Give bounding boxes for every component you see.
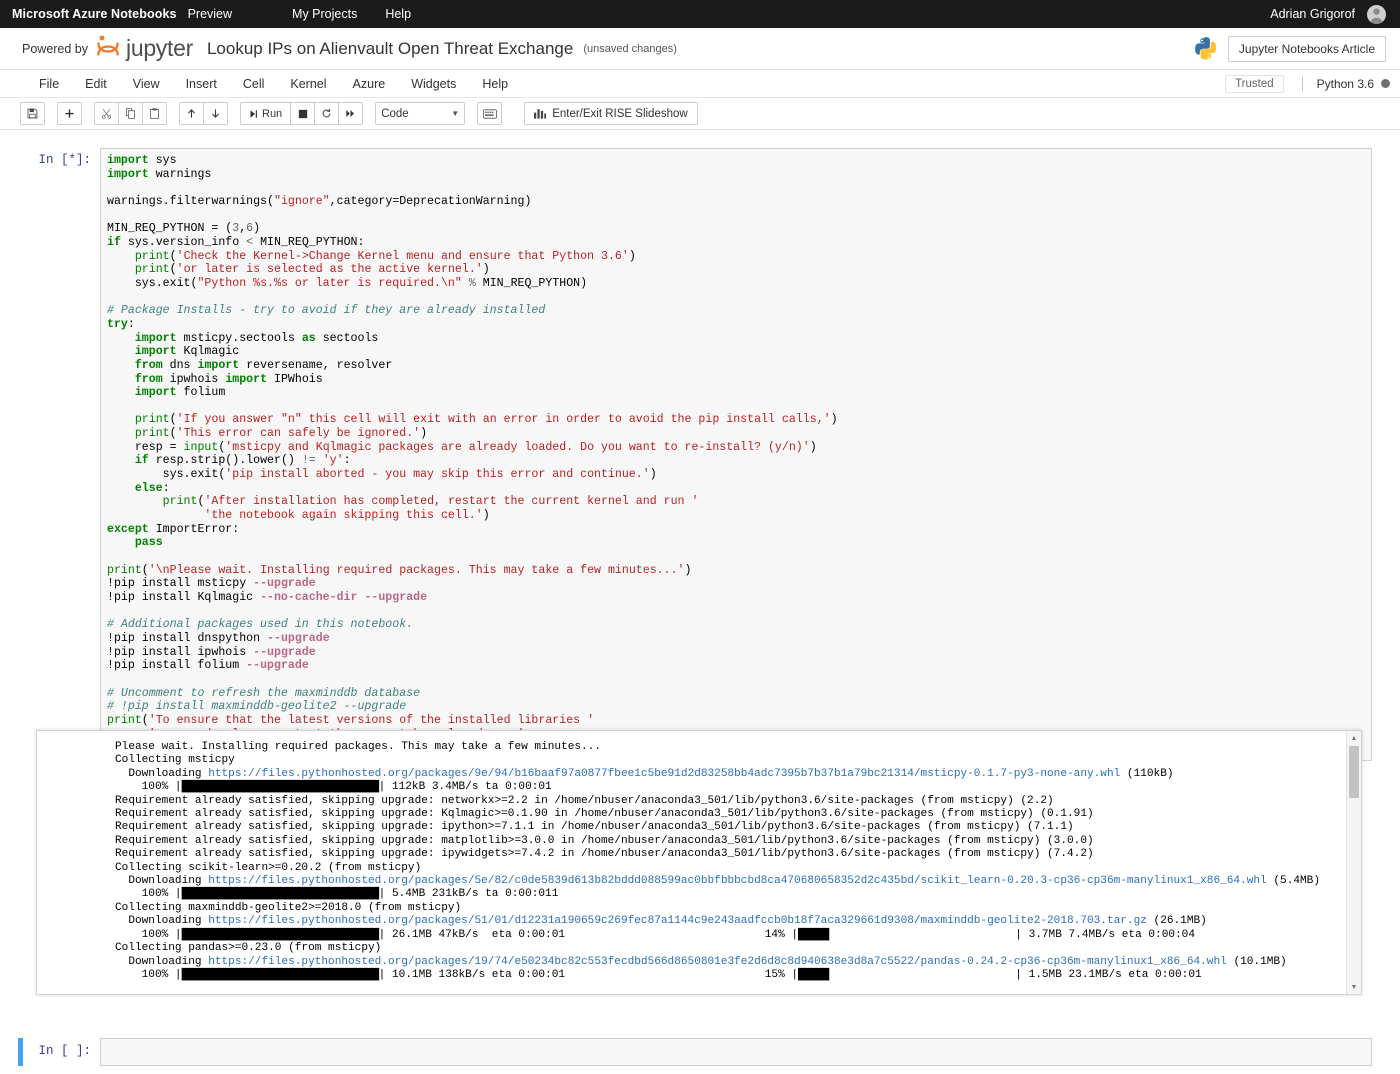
output-scrollbar[interactable]: ▲ ▼ [1346, 731, 1361, 994]
kernel-busy-indicator-icon [1381, 79, 1390, 88]
kernel-indicator[interactable]: Python 3.6 [1301, 76, 1390, 91]
menu-file[interactable]: File [26, 73, 72, 95]
python-logo-icon [1193, 36, 1216, 61]
azure-brand[interactable]: Microsoft Azure Notebooks [12, 7, 177, 21]
menu-help[interactable]: Help [469, 73, 521, 95]
nav-help[interactable]: Help [385, 7, 411, 21]
move-group [179, 102, 228, 125]
clipboard-group [94, 102, 167, 125]
scissors-icon[interactable] [94, 102, 119, 125]
fast-forward-icon[interactable] [338, 102, 364, 125]
rise-slideshow-button[interactable]: Enter/Exit RISE Slideshow [524, 102, 698, 125]
arrow-up-icon[interactable] [179, 102, 204, 125]
menu-cell[interactable]: Cell [230, 73, 278, 95]
menu-bar: File Edit View Insert Cell Kernel Azure … [0, 70, 1400, 98]
menu-azure[interactable]: Azure [340, 73, 399, 95]
run-controls-group: Run [240, 102, 364, 125]
jupyter-wordmark: jupyter [126, 35, 193, 61]
notebook-title[interactable]: Lookup IPs on Alienvault Open Threat Exc… [207, 39, 573, 59]
save-disk-icon[interactable] [20, 102, 45, 125]
scroll-down-arrow-icon[interactable]: ▼ [1347, 980, 1361, 994]
run-icon [250, 109, 257, 118]
output-stream-text: Please wait. Installing required package… [115, 741, 1320, 981]
cell-output-area[interactable]: Please wait. Installing required package… [36, 730, 1362, 995]
scroll-up-arrow-icon[interactable]: ▲ [1347, 731, 1361, 745]
notebook-toolbar: Run Code ▼ Enter/Exit RISE Slideshow [0, 98, 1400, 130]
kernel-name-label: Python 3.6 [1316, 76, 1374, 91]
save-group [20, 102, 45, 125]
insert-cell-group [57, 102, 82, 125]
rise-label: Enter/Exit RISE Slideshow [552, 107, 688, 120]
plus-icon[interactable] [57, 102, 82, 125]
azure-nav: My Projects Help [292, 7, 411, 21]
azure-top-bar: Microsoft Azure Notebooks Preview My Pro… [0, 0, 1400, 28]
run-button[interactable]: Run [240, 102, 292, 125]
nav-my-projects[interactable]: My Projects [292, 7, 357, 21]
arrow-down-icon[interactable] [203, 102, 228, 125]
trusted-indicator[interactable]: Trusted [1225, 74, 1284, 93]
copy-icon[interactable] [118, 102, 143, 125]
jupyter-header: Powered by jupyter Lookup IPs on Alienva… [0, 28, 1400, 70]
cell-type-select[interactable]: Code ▼ [375, 102, 466, 125]
chevron-down-icon: ▼ [451, 109, 460, 118]
menu-widgets[interactable]: Widgets [398, 73, 469, 95]
cell-2-prompt: In [ ]: [38, 1044, 91, 1058]
menu-insert[interactable]: Insert [173, 73, 230, 95]
code-cell-2[interactable]: In [ ]: [18, 1038, 1372, 1066]
output-scroll-viewport: Please wait. Installing required package… [37, 731, 1346, 994]
jupyter-logo-icon[interactable]: jupyter [96, 34, 193, 64]
powered-by-label: Powered by [22, 41, 89, 56]
cell-type-value: Code [381, 107, 409, 120]
restart-circle-icon[interactable] [314, 102, 340, 125]
user-avatar-icon[interactable] [1367, 4, 1386, 24]
stop-square-icon[interactable] [290, 102, 316, 125]
cell-source-code: import sys import warnings warnings.filt… [107, 154, 838, 754]
cell-input-prompt: In [*]: [38, 153, 91, 167]
command-palette-group [477, 102, 503, 125]
menu-kernel[interactable]: Kernel [277, 73, 339, 95]
notebook-body: In [*]: import sys import warnings warni… [0, 130, 1400, 1074]
cell-2-code-editor[interactable] [100, 1038, 1372, 1066]
user-name-label[interactable]: Adrian Grigorof [1270, 7, 1355, 21]
run-label: Run [262, 107, 283, 120]
code-cell-1[interactable]: In [*]: import sys import warnings warni… [0, 148, 1400, 761]
output-scroll-thumb[interactable] [1349, 746, 1359, 798]
slideshow-chart-icon [534, 109, 547, 119]
cell-code-editor[interactable]: import sys import warnings warnings.filt… [100, 148, 1372, 761]
jupyter-notebooks-article-button[interactable]: Jupyter Notebooks Article [1227, 35, 1386, 62]
command-palette-icon[interactable] [477, 102, 503, 125]
paste-icon[interactable] [142, 102, 167, 125]
menu-edit[interactable]: Edit [72, 73, 120, 95]
menu-view[interactable]: View [120, 73, 173, 95]
azure-preview-label: Preview [187, 7, 233, 21]
notebook-modified-status: (unsaved changes) [583, 42, 677, 55]
